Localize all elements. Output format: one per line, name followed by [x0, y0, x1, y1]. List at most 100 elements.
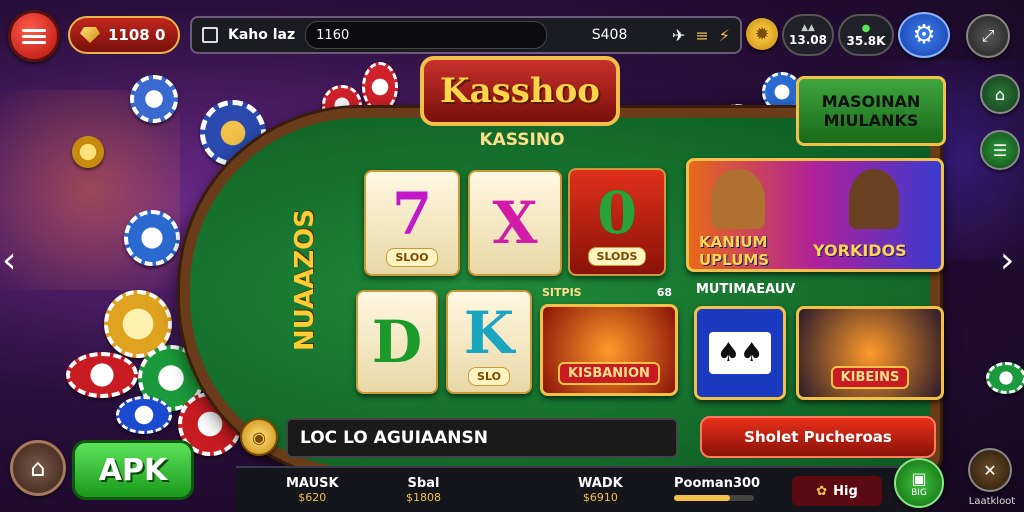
spade-cards-icon: ♠♠: [708, 332, 772, 374]
hero-promo-card[interactable]: KANIUM UPLUMS YORKIDOS: [686, 158, 944, 272]
menu-button[interactable]: [8, 10, 60, 62]
chip-decoration: [116, 396, 172, 434]
bottom-stat-1[interactable]: MAUSK $620: [286, 476, 339, 504]
tools-caption: Laatkloot: [968, 496, 1016, 507]
hero-left-character: [711, 169, 765, 229]
gem-icon: [80, 27, 100, 43]
stat-b-value: 35.8K: [846, 33, 886, 48]
fullscreen-button[interactable]: ⤢: [966, 14, 1010, 58]
stat-label: Sbal: [407, 476, 440, 491]
logo-title: Kasshoo: [440, 71, 600, 111]
card-glyph: D: [371, 308, 423, 376]
stat-a-icon: ▲▲: [801, 23, 815, 33]
home-shortcut-button[interactable]: ⌂: [980, 74, 1020, 114]
bottom-stat-3[interactable]: WADK $6910: [578, 476, 623, 504]
bottom-stat-5[interactable]: ✿ Hig: [792, 476, 882, 506]
stat-label: Hig: [833, 483, 858, 499]
bottom-stats-bar: MAUSK $620 Sbal $1808 WADK $6910 Pooman3…: [236, 466, 926, 512]
game-card-2[interactable]: X: [468, 170, 562, 276]
game-card-1[interactable]: 7 SLOO: [364, 170, 460, 276]
progress-bar: [674, 495, 754, 501]
clover-icon: ✿: [816, 483, 828, 499]
stat-value: $1808: [406, 491, 441, 504]
card-glyph: 7: [391, 179, 433, 248]
ticker-text: LOC LO AGUIAANSN: [300, 428, 488, 448]
coin-button[interactable]: ◉: [240, 418, 278, 456]
chip-decoration: [66, 352, 138, 398]
house-icon: ⌂: [994, 84, 1006, 104]
promo-title-banner[interactable]: MASOINAN MIULANKS: [796, 76, 946, 146]
game-card-5[interactable]: K SLO: [446, 290, 532, 394]
hero-left-text: KANIUM UPLUMS: [699, 233, 770, 269]
progress-fill: [674, 495, 730, 501]
cards-banner: KIBEINS: [830, 366, 910, 389]
card-glyph: X: [492, 189, 538, 257]
slot-label-right: 68: [656, 286, 672, 299]
slot-section-label: SITPIS 68: [542, 286, 672, 299]
chip-decoration: [124, 210, 180, 266]
card-tag: SLODS: [587, 246, 647, 266]
cta-label: Sholet Pucheroas: [744, 428, 892, 446]
badge-caption: BIG: [911, 487, 927, 498]
stat-value: $6910: [582, 491, 618, 504]
center-value: S408: [591, 27, 628, 43]
list-icon: ☰: [992, 140, 1008, 160]
logo-subtitle: KASSINO: [479, 130, 565, 150]
stat-pill-a[interactable]: ▲▲ 13.08: [782, 14, 834, 56]
search-bar[interactable]: Kaho laz 1160 S408 ✈ ≡ ⚡: [190, 16, 742, 54]
search-label: Kaho laz: [228, 27, 296, 43]
gear-icon: ⚙: [912, 20, 936, 50]
home-button[interactable]: ⌂: [10, 440, 66, 496]
bottom-stat-2[interactable]: Sbal $1808: [406, 476, 441, 504]
gear-badge-button[interactable]: ✹: [746, 18, 778, 50]
chip-decoration: [72, 136, 104, 168]
chip-decoration: [362, 62, 398, 112]
ticker-bar: LOC LO AGUIAANSN: [286, 418, 678, 458]
chip-decoration: [986, 362, 1024, 394]
box-icon: ▣: [911, 468, 927, 488]
poker-card-promo[interactable]: ♠♠: [694, 306, 786, 400]
settings-button[interactable]: ⚙: [898, 12, 950, 58]
stat-b-icon: ●: [861, 22, 871, 34]
stat-label: MAUSK: [286, 476, 339, 491]
stat-pill-b[interactable]: ● 35.8K: [838, 14, 894, 56]
bottom-stat-4[interactable]: Pooman300: [674, 476, 760, 501]
slot-promo-card[interactable]: KISBANION: [540, 304, 678, 396]
prev-arrow-button[interactable]: ‹: [2, 240, 16, 281]
section-label: MUTIMAEAUV: [696, 282, 796, 297]
cta-button[interactable]: Sholet Pucheroas: [700, 416, 936, 458]
game-card-3[interactable]: 0 SLODS: [568, 168, 666, 276]
promo-title-text: MASOINAN MIULANKS: [821, 92, 921, 130]
hero-right-character: [849, 169, 899, 229]
game-logo: Kasshoo: [420, 56, 620, 126]
card-tag: SLO: [468, 366, 510, 386]
hero-right-text: YORKIDOS: [813, 241, 907, 260]
slot-label-left: SITPIS: [542, 286, 582, 299]
search-value: 1160: [316, 27, 350, 43]
tools-button[interactable]: ✕: [968, 448, 1012, 492]
expand-icon: ⤢: [981, 26, 995, 45]
game-card-4[interactable]: D: [356, 290, 438, 394]
gear-icon: ✹: [754, 23, 770, 45]
stat-label: WADK: [578, 476, 623, 491]
chip-decoration: [130, 75, 178, 123]
apk-label: APK: [98, 452, 168, 488]
card-glyph: 0: [596, 178, 638, 247]
coin-balance-pill[interactable]: 1108 0: [68, 16, 180, 54]
card-glyph: K: [463, 298, 515, 367]
cards-promo[interactable]: KIBEINS: [796, 306, 944, 400]
stat-label: Pooman300: [674, 476, 761, 491]
equalizer-icon: ≡: [695, 25, 709, 45]
list-button[interactable]: ☰: [980, 130, 1020, 170]
next-arrow-button[interactable]: ›: [1000, 240, 1014, 281]
stat-a-value: 13.08: [789, 33, 827, 47]
hamburger-icon: [22, 26, 46, 47]
big-badge-button[interactable]: ▣ BIG: [894, 458, 944, 508]
apk-download-button[interactable]: APK: [72, 440, 194, 500]
card-tag: SLOO: [386, 247, 438, 267]
coin-balance: 1108 0: [108, 26, 166, 44]
search-input[interactable]: 1160: [305, 21, 548, 49]
table-side-label: NUAAZOS: [290, 209, 320, 351]
airplane-icon: ✈: [671, 25, 686, 45]
slot-banner: KISBANION: [558, 362, 660, 385]
